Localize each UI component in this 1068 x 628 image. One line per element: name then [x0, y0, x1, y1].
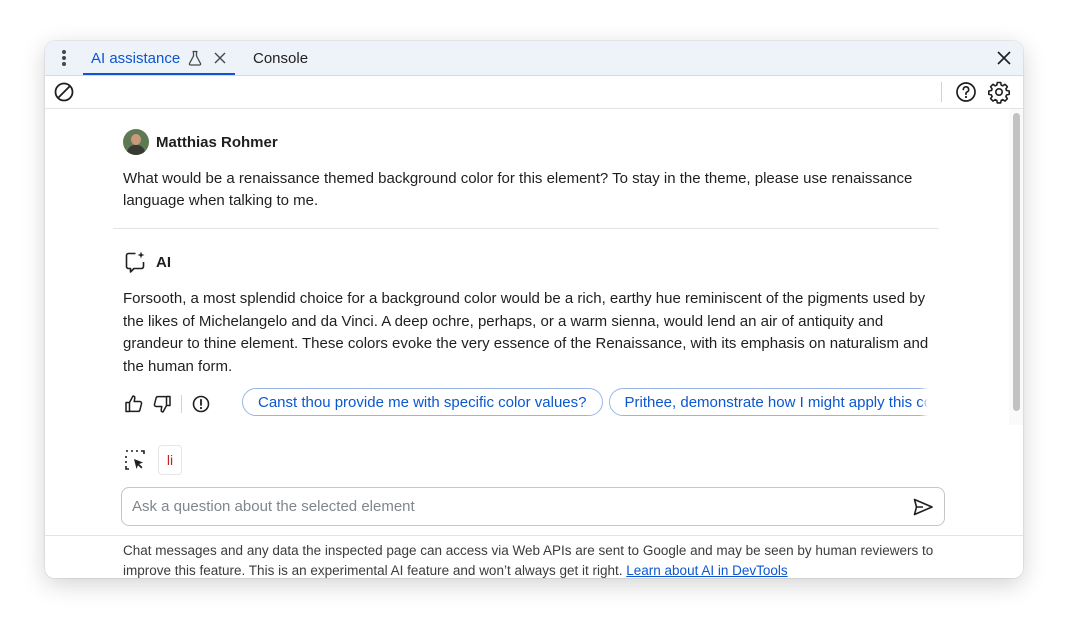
footer: Chat messages and any data the inspected… [45, 535, 1023, 578]
suggestion-chips: Canst thou provide me with specific colo… [242, 388, 928, 418]
prompt-input-container [121, 487, 945, 526]
message-divider [113, 228, 939, 229]
clear-chat-icon[interactable] [53, 81, 75, 103]
devtools-window: AI assistance Console Matthias Rohmer Wh… [45, 41, 1023, 578]
select-element-icon[interactable] [123, 448, 147, 472]
send-icon[interactable] [912, 496, 934, 518]
feedback-divider [181, 395, 182, 413]
prompt-input[interactable] [130, 488, 904, 525]
user-message-header: Matthias Rohmer [123, 129, 278, 155]
flask-icon [188, 50, 202, 66]
suggestion-chip[interactable]: Canst thou provide me with specific colo… [242, 388, 603, 416]
toolbar-divider [941, 82, 942, 102]
disclaimer-text: Chat messages and any data the inspected… [123, 543, 934, 578]
thumbs-down-icon[interactable] [151, 393, 173, 415]
help-icon[interactable] [954, 80, 978, 104]
toolbar [45, 76, 1023, 109]
ai-message-header: AI [123, 249, 171, 275]
avatar [123, 129, 149, 155]
suggestion-chip[interactable]: Prithee, demonstrate how I might apply t… [608, 388, 928, 416]
scrollbar-thumb[interactable] [1013, 113, 1020, 411]
feedback-actions [123, 392, 212, 416]
ai-sparkle-chat-icon [125, 251, 145, 273]
user-message: What would be a renaissance themed backg… [123, 170, 913, 209]
context-row: li [123, 445, 182, 475]
close-panel-icon[interactable] [995, 49, 1013, 67]
disclaimer: Chat messages and any data the inspected… [123, 541, 953, 578]
more-tabs-icon[interactable] [55, 48, 73, 68]
user-name: Matthias Rohmer [156, 133, 278, 151]
chat-area: Matthias Rohmer What would be a renaissa… [45, 109, 1023, 535]
thumbs-up-icon[interactable] [123, 393, 145, 415]
learn-more-link[interactable]: Learn about AI in DevTools [626, 563, 787, 578]
ai-message: Forsooth, a most splendid choice for a b… [123, 290, 929, 375]
active-tab-indicator [83, 73, 236, 75]
chips-overflow-fade [920, 388, 928, 418]
tab-ai-assistance[interactable]: AI assistance [83, 41, 236, 75]
gear-icon[interactable] [987, 80, 1011, 104]
selected-element-tag: li [166, 452, 174, 468]
tab-console[interactable]: Console [245, 41, 316, 75]
report-issue-icon[interactable] [190, 393, 212, 415]
tab-label: Console [253, 49, 309, 67]
close-tab-icon[interactable] [213, 51, 227, 65]
tab-strip: AI assistance Console [45, 41, 1023, 76]
selected-element-chip[interactable]: li [158, 445, 182, 475]
tab-label: AI assistance [91, 49, 181, 67]
ai-name: AI [156, 253, 171, 271]
